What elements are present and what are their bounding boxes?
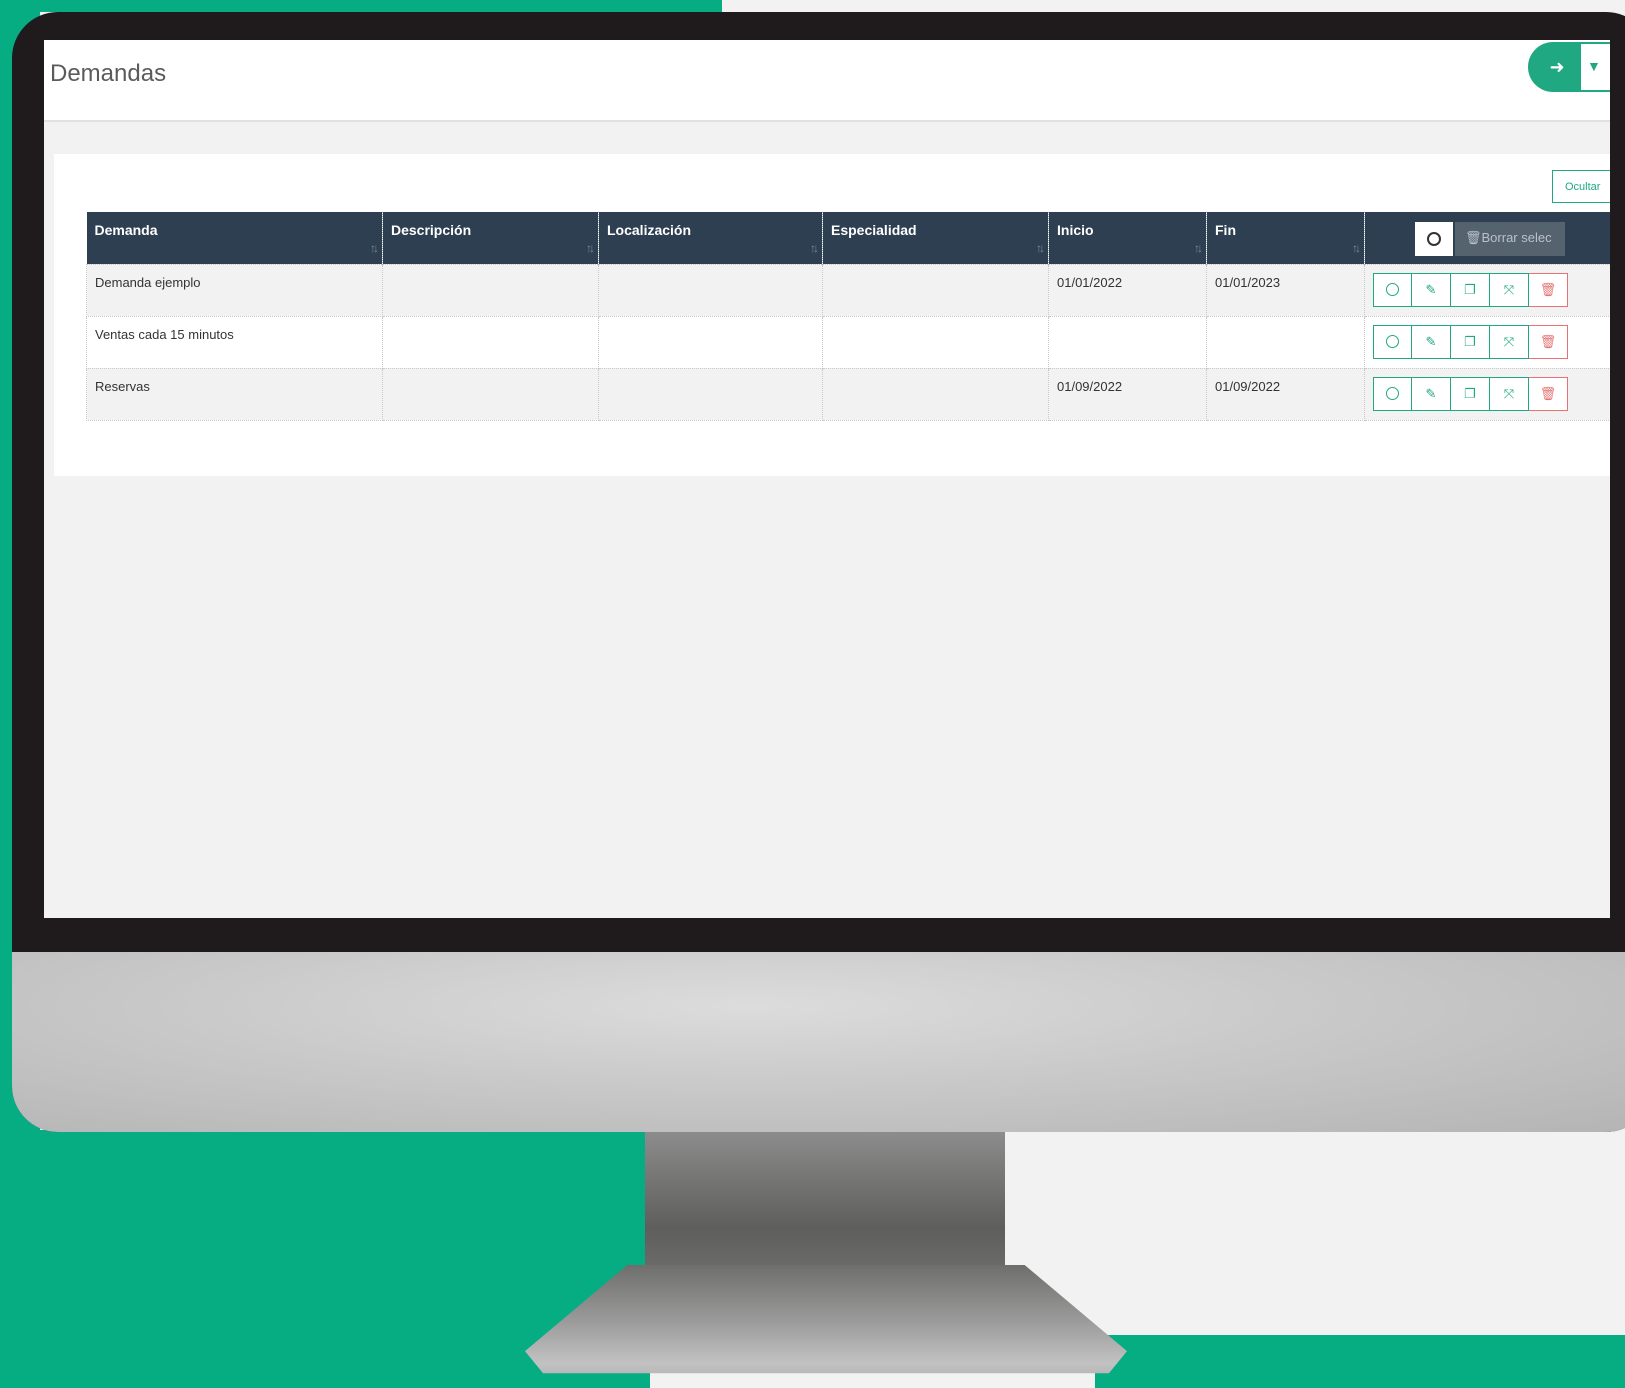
sort-icon: ↑↓ [586, 240, 595, 255]
cell-demanda: Demanda ejemplo [86, 263, 383, 317]
sort-icon: ↑↓ [1036, 240, 1045, 255]
edit-icon: ✎ [1425, 385, 1437, 401]
radio-icon [1386, 387, 1399, 400]
collapse-button[interactable]: ⤧ [1490, 324, 1529, 359]
sort-icon: ↑↓ [810, 240, 819, 255]
trash-icon: 🗑 [1539, 385, 1557, 401]
radio-icon [1427, 232, 1441, 246]
column-label: Inicio [1057, 222, 1094, 238]
row-actions: ✎ ❐ ⤧ 🗑 [1373, 272, 1610, 307]
table-row[interactable]: Demanda ejemplo 01/01/2022 01/01/2023 ✎ … [86, 263, 1610, 317]
hide-columns-button[interactable]: Ocultar [1552, 170, 1610, 203]
table-row[interactable]: Reservas 01/09/2022 01/09/2022 ✎ ❐ ⤧ 🗑 [86, 367, 1610, 421]
delete-button[interactable]: 🗑 [1529, 324, 1568, 359]
cell-descripcion [382, 367, 599, 421]
copy-icon: ❐ [1464, 385, 1476, 401]
column-label: Demanda [94, 222, 158, 238]
copy-button[interactable]: ❐ [1451, 376, 1490, 411]
select-all-radio[interactable] [1415, 222, 1453, 256]
copy-button[interactable]: ❐ [1451, 272, 1490, 307]
cell-especialidad [822, 367, 1049, 421]
select-row-button[interactable] [1373, 324, 1412, 359]
sort-icon: ↑↓ [1194, 240, 1203, 255]
copy-icon: ❐ [1464, 333, 1476, 349]
copy-icon: ❐ [1464, 281, 1476, 297]
cell-actions: ✎ ❐ ⤧ 🗑 [1364, 315, 1610, 369]
edit-button[interactable]: ✎ [1412, 272, 1451, 307]
filter-button[interactable]: ▼ [1579, 42, 1610, 92]
collapse-button[interactable]: ⤧ [1490, 272, 1529, 307]
page-title: Demandas [50, 60, 167, 87]
delete-button[interactable]: 🗑 [1529, 376, 1568, 411]
edit-icon: ✎ [1425, 333, 1437, 349]
edit-icon: ✎ [1425, 281, 1437, 297]
cell-actions: ✎ ❐ ⤧ 🗑 [1364, 367, 1610, 421]
app-screen: Demandas ➜ ▼ Ocultar Demanda ↑↓ Descripci… [44, 40, 1610, 918]
column-header-fin[interactable]: Fin ↑↓ [1206, 212, 1365, 264]
select-row-button[interactable] [1373, 376, 1412, 411]
edit-button[interactable]: ✎ [1412, 376, 1451, 411]
trash-icon: 🗑 [1539, 281, 1557, 297]
cell-inicio [1048, 315, 1207, 369]
cell-localizacion [598, 315, 823, 369]
trash-icon: 🗑 [1539, 333, 1557, 349]
monitor-stand-neck [645, 1130, 1005, 1270]
edit-button[interactable]: ✎ [1412, 324, 1451, 359]
row-actions: ✎ ❐ ⤧ 🗑 [1373, 324, 1610, 359]
column-header-inicio[interactable]: Inicio ↑↓ [1048, 212, 1207, 264]
column-label: Localización [607, 222, 692, 238]
cell-fin: 01/09/2022 [1206, 367, 1365, 421]
sort-icon: ↑↓ [1352, 240, 1361, 255]
cell-especialidad [822, 315, 1049, 369]
cell-inicio: 01/01/2022 [1048, 263, 1207, 317]
backdrop-green-bottom-right [1095, 1335, 1625, 1388]
monitor-chin [12, 952, 1625, 1132]
collapse-icon: ⤧ [1503, 281, 1515, 297]
page-header: Demandas ➜ ▼ [44, 40, 1610, 122]
column-header-descripcion[interactable]: Descripción ↑↓ [382, 212, 599, 264]
radio-icon [1386, 335, 1399, 348]
cell-actions: ✎ ❐ ⤧ 🗑 [1364, 263, 1610, 317]
cell-localizacion [598, 263, 823, 317]
monitor-stand-base [525, 1265, 1127, 1374]
cell-inicio: 01/09/2022 [1048, 367, 1207, 421]
arrow-right-icon: ➜ [1549, 56, 1565, 77]
cell-fin: 01/01/2023 [1206, 263, 1365, 317]
copy-button[interactable]: ❐ [1451, 324, 1490, 359]
column-label: Especialidad [831, 222, 917, 238]
cell-localizacion [598, 367, 823, 421]
delete-button[interactable]: 🗑 [1529, 272, 1568, 307]
column-header-demanda[interactable]: Demanda ↑↓ [86, 212, 383, 264]
cell-fin [1206, 315, 1365, 369]
column-header-localizacion[interactable]: Localización ↑↓ [598, 212, 823, 264]
radio-icon [1386, 283, 1399, 296]
cell-descripcion [382, 263, 599, 317]
cell-demanda: Ventas cada 15 minutos [86, 315, 383, 369]
column-label: Fin [1215, 222, 1236, 238]
collapse-button[interactable]: ⤧ [1490, 376, 1529, 411]
backdrop-green-top [0, 0, 722, 12]
collapse-icon: ⤧ [1503, 333, 1515, 349]
table-card: Ocultar Demanda ↑↓ Descripción ↑↓ Localiza… [54, 154, 1610, 476]
cell-especialidad [822, 263, 1049, 317]
cell-demanda: Reservas [86, 367, 383, 421]
table-header-row: Demanda ↑↓ Descripción ↑↓ Localización ↑↓ E… [86, 212, 1610, 264]
backdrop-light [1005, 1130, 1625, 1335]
demands-table: Demanda ↑↓ Descripción ↑↓ Localización ↑↓ E… [86, 212, 1610, 421]
column-header-actions: 🗑Borrar selec [1364, 212, 1610, 264]
sort-icon: ↑↓ [370, 240, 379, 255]
bulk-delete-label: Borrar selec [1481, 230, 1552, 245]
table-row[interactable]: Ventas cada 15 minutos ✎ ❐ ⤧ 🗑 [86, 315, 1610, 369]
filter-icon: ▼ [1587, 58, 1601, 74]
cell-descripcion [382, 315, 599, 369]
bulk-delete-button[interactable]: 🗑Borrar selec [1455, 222, 1565, 256]
column-label: Descripción [391, 222, 472, 238]
column-header-especialidad[interactable]: Especialidad ↑↓ [822, 212, 1049, 264]
row-actions: ✎ ❐ ⤧ 🗑 [1373, 376, 1610, 411]
trash-icon: 🗑 [1465, 230, 1482, 245]
select-row-button[interactable] [1373, 272, 1412, 307]
collapse-icon: ⤧ [1503, 385, 1515, 401]
